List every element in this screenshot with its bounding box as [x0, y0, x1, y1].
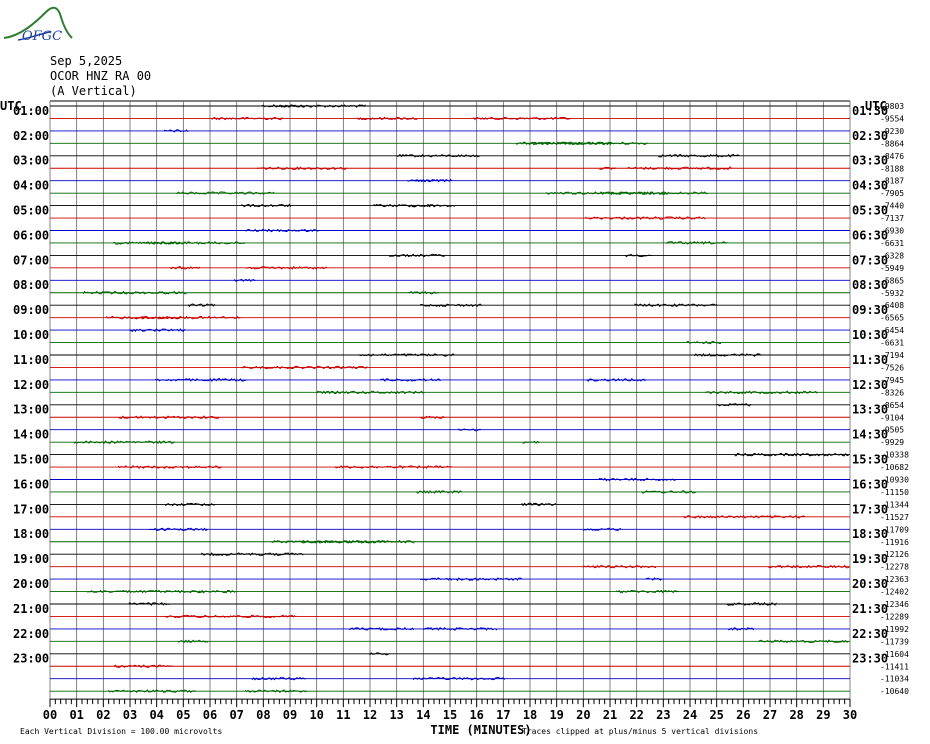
hour-label-left: 02:00: [13, 129, 49, 143]
hour-label-right: 15:30: [852, 453, 888, 467]
x-tick-label: 24: [683, 708, 697, 722]
hour-label-right: 19:30: [852, 552, 888, 566]
x-tick-label: 22: [629, 708, 643, 722]
hour-label-right: 20:30: [852, 577, 888, 591]
x-tick-label: 30: [843, 708, 857, 722]
hour-label-left: 09:00: [13, 303, 49, 317]
x-tick-label: 04: [149, 708, 163, 722]
hour-label-right: 13:30: [852, 403, 888, 417]
x-tick-label: 06: [203, 708, 217, 722]
hour-label-right: 10:30: [852, 328, 888, 342]
hour-label-left: 04:00: [13, 179, 49, 193]
hour-label-left: 14:00: [13, 428, 49, 442]
hour-label-left: 01:00: [13, 104, 49, 118]
hour-label-right: 03:30: [852, 154, 888, 168]
hour-label-left: 08:00: [13, 278, 49, 292]
logo-text: OFGC: [22, 29, 62, 44]
footer-clip-note: Traces clipped at plus/minus 5 vertical …: [522, 727, 758, 736]
hour-label-right: 23:30: [852, 652, 888, 666]
hour-label-left: 20:00: [13, 577, 49, 591]
helicorder-page: OFGC -9803 -9554 -9230 -8864 -8476 -8188 -8187…: [0, 0, 930, 744]
x-tick-label: 08: [256, 708, 270, 722]
hour-label-left: 15:00: [13, 453, 49, 467]
hour-label-left: 06:00: [13, 228, 49, 242]
x-tick-label: 29: [816, 708, 830, 722]
hour-label-right: 16:30: [852, 477, 888, 491]
hour-label-right: 22:30: [852, 627, 888, 641]
x-axis-title: TIME (MINUTES): [430, 723, 531, 737]
hour-label-left: 22:00: [13, 627, 49, 641]
trace-offset-label: -11034: [880, 675, 909, 684]
header-station: OCOR HNZ RA 00: [50, 69, 152, 83]
trace-signal: [105, 315, 241, 320]
hour-label-left: 10:00: [13, 328, 49, 342]
hour-label-right: 14:30: [852, 428, 888, 442]
x-tick-label: 25: [709, 708, 723, 722]
footer-scale-note: Each Vertical Division = 100.00 microvol…: [20, 727, 222, 736]
x-tick-label: 16: [469, 708, 483, 722]
x-tick-label: 10: [309, 708, 323, 722]
hour-label-right: 04:30: [852, 179, 888, 193]
x-tick-label: 13: [389, 708, 403, 722]
hour-label-right: 21:30: [852, 602, 888, 616]
x-tick-label: 09: [283, 708, 297, 722]
x-tick-label: 18: [523, 708, 537, 722]
hour-label-left: 16:00: [13, 477, 49, 491]
x-tick-label: 19: [549, 708, 563, 722]
x-tick-label: 23: [656, 708, 670, 722]
trace-signal: [113, 664, 173, 668]
x-tick-label: 26: [736, 708, 750, 722]
hour-label-right: 08:30: [852, 278, 888, 292]
hour-label-right: 07:30: [852, 253, 888, 267]
hour-label-left: 17:00: [13, 502, 49, 516]
x-tick-label: 20: [576, 708, 590, 722]
ofgc-logo: OFGC: [3, 6, 73, 44]
hour-label-left: 11:00: [13, 353, 49, 367]
hour-label-left: 07:00: [13, 253, 49, 267]
hour-label-right: 11:30: [852, 353, 888, 367]
trace-signal: [406, 178, 453, 183]
hour-label-left: 13:00: [13, 403, 49, 417]
x-tick-label: 21: [603, 708, 617, 722]
trace-signal: [169, 265, 327, 270]
x-tick-label: 15: [443, 708, 457, 722]
trace-signal: [233, 278, 256, 282]
hour-label-left: 18:00: [13, 527, 49, 541]
hour-label-right: 01:30: [852, 104, 888, 118]
hour-label-right: 02:30: [852, 129, 888, 143]
header-component: (A Vertical): [50, 84, 137, 98]
x-tick-label: 28: [789, 708, 803, 722]
helicorder-chart: OFGC -9803-9554-9230-8864-8476-8188-8187…: [0, 6, 909, 737]
trace-signal: [261, 104, 366, 108]
hour-label-left: 12:00: [13, 378, 49, 392]
x-tick-label: 14: [416, 708, 430, 722]
hour-label-right: 12:30: [852, 378, 888, 392]
hour-label-right: 09:30: [852, 303, 888, 317]
x-tick-label: 07: [229, 708, 243, 722]
hour-label-right: 05:30: [852, 204, 888, 218]
x-tick-label: 27: [763, 708, 777, 722]
trace-signal: [129, 328, 186, 332]
trace-offset-label: -10640: [880, 687, 909, 696]
hour-label-left: 21:00: [13, 602, 49, 616]
trace-signal: [271, 539, 415, 544]
hour-label-left: 23:00: [13, 652, 49, 666]
hour-label-right: 17:30: [852, 502, 888, 516]
hour-label-left: 03:00: [13, 154, 49, 168]
x-tick-label: 17: [496, 708, 510, 722]
x-tick-label: 03: [123, 708, 137, 722]
trace-signal: [458, 428, 482, 432]
hour-label-left: 19:00: [13, 552, 49, 566]
trace-signal: [164, 129, 189, 133]
x-tick-label: 00: [43, 708, 57, 722]
x-tick-label: 05: [176, 708, 190, 722]
x-tick-label: 12: [363, 708, 377, 722]
x-tick-label: 11: [336, 708, 350, 722]
hour-label-left: 05:00: [13, 204, 49, 218]
x-tick-label: 01: [69, 708, 83, 722]
x-tick-label: 02: [96, 708, 110, 722]
header-date: Sep 5,2025: [50, 54, 123, 68]
hour-label-right: 06:30: [852, 228, 888, 242]
hour-label-right: 18:30: [852, 527, 888, 541]
